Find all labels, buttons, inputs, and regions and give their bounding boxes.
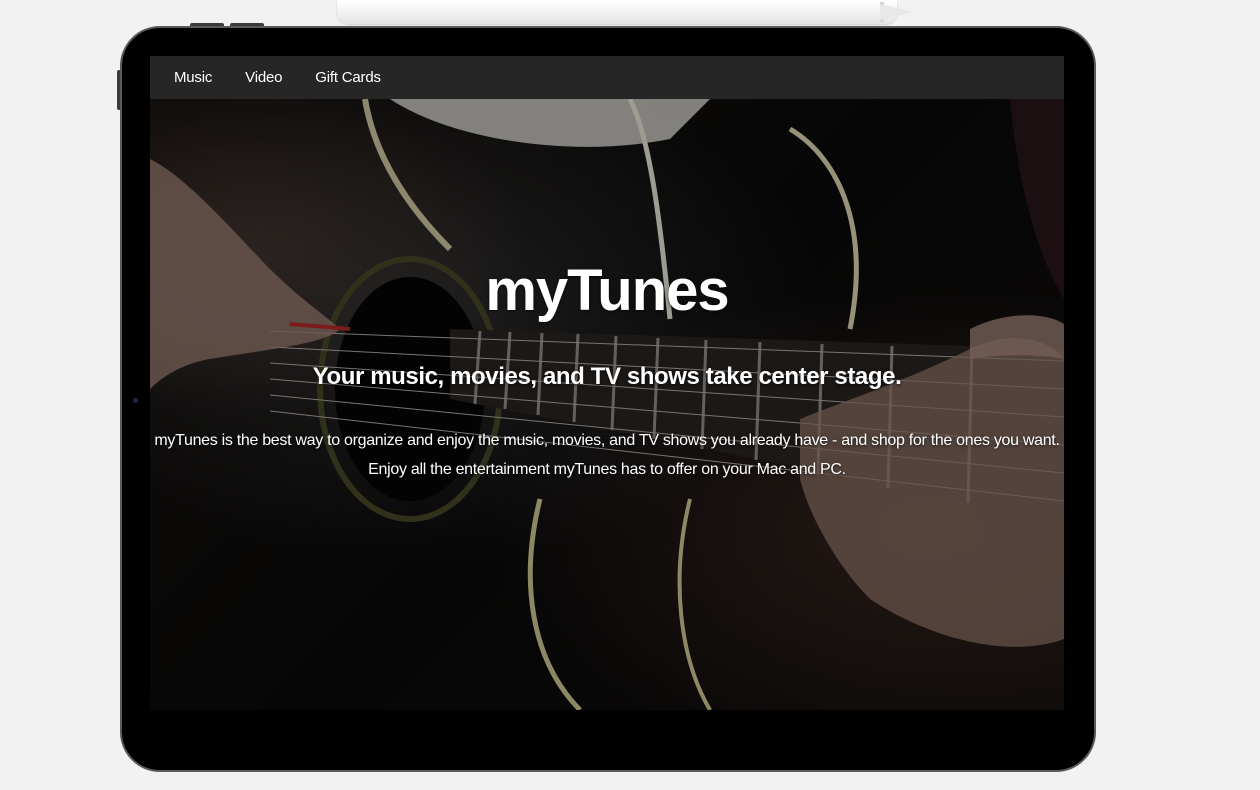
nav-link-video[interactable]: Video [245, 69, 282, 86]
hero-subtitle: Your music, movies, and TV shows take ce… [312, 363, 902, 390]
hero-dark-overlay [150, 99, 1064, 710]
page: Music Video Gift Cards myTunes Your musi… [0, 0, 1260, 790]
hero-description-line-1: myTunes is the best way to organize and … [154, 432, 1060, 449]
apple-pencil-tip [880, 4, 914, 20]
nav-link-music[interactable]: Music [174, 69, 212, 86]
hero-section: myTunes Your music, movies, and TV shows… [150, 99, 1064, 710]
top-navbar: Music Video Gift Cards [150, 56, 1064, 99]
camera-icon [133, 398, 138, 403]
nav-link-gift-cards[interactable]: Gift Cards [315, 69, 381, 86]
hero-title: myTunes [485, 258, 729, 323]
tablet-screen: Music Video Gift Cards myTunes Your musi… [150, 56, 1064, 710]
apple-pencil [337, 0, 897, 24]
screen-bottom-bezel [150, 710, 1064, 744]
hero-description-line-2: Enjoy all the entertainment myTunes has … [368, 461, 846, 478]
hero-description: myTunes is the best way to organize and … [150, 426, 1064, 484]
